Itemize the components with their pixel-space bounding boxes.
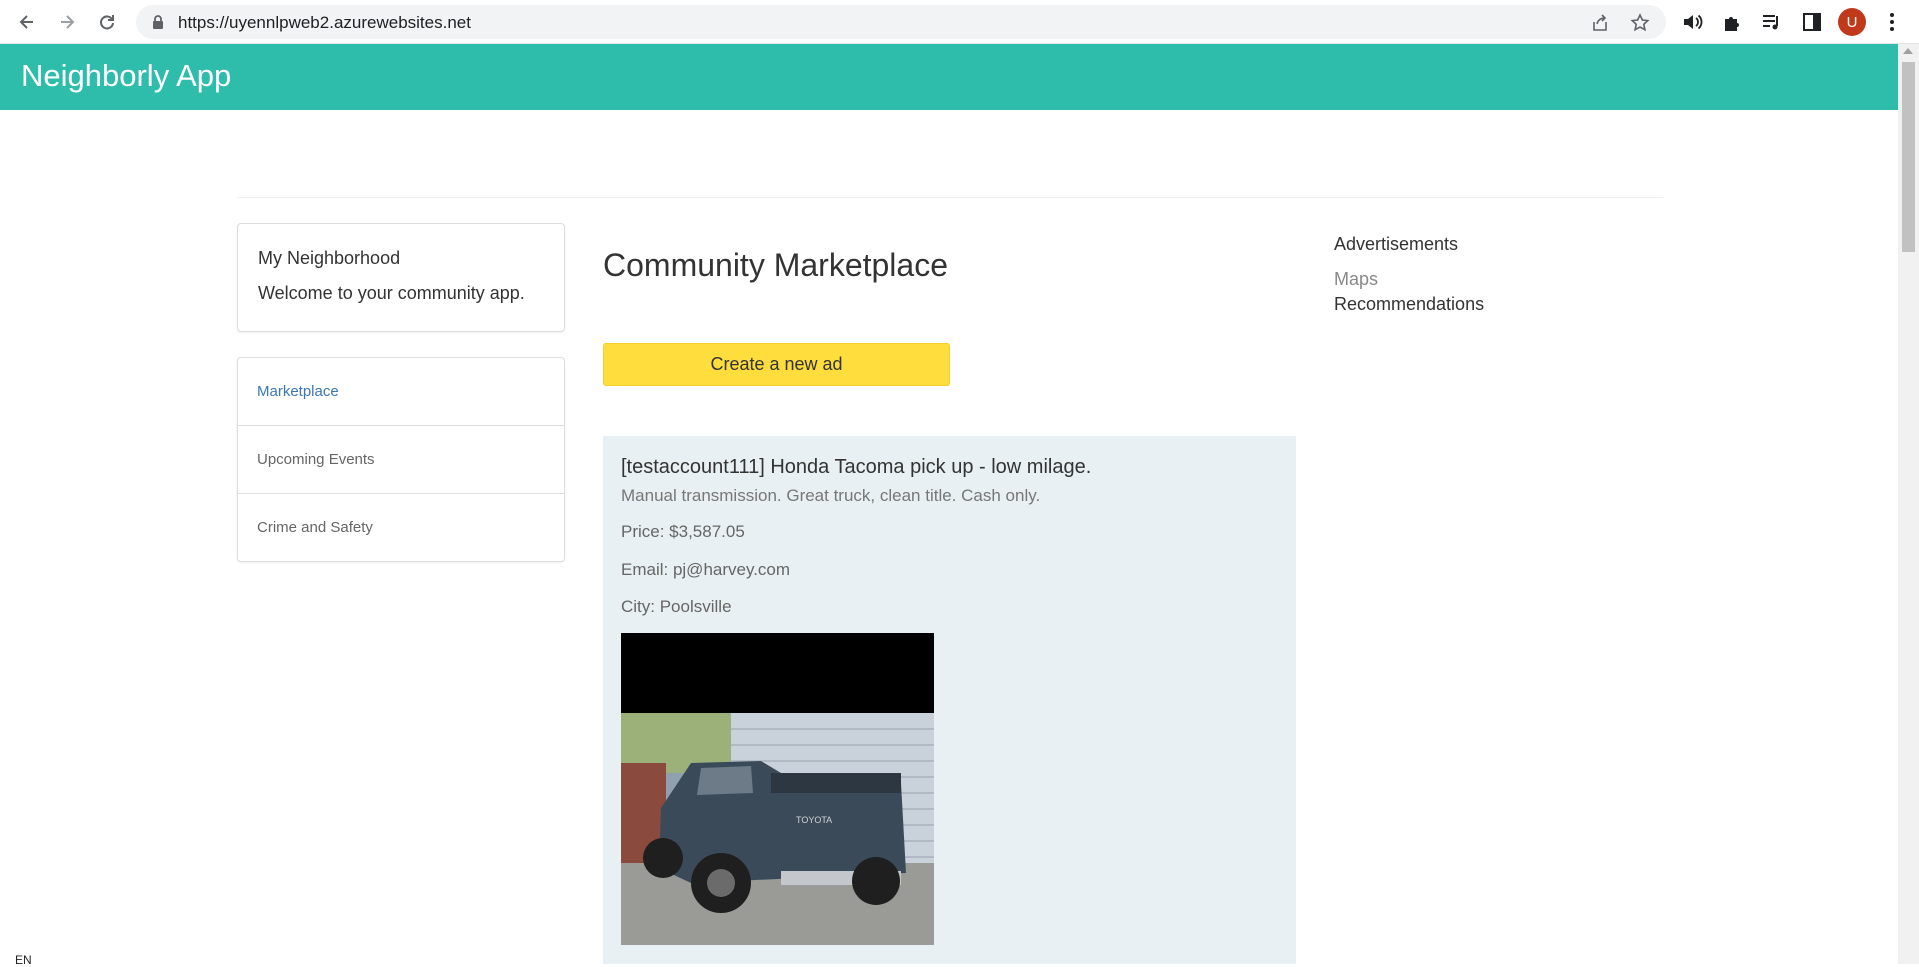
back-icon[interactable] (14, 9, 40, 35)
truck-photo: TOYOTA (621, 633, 934, 945)
ad-card: [testaccount111] Honda Tacoma pick up - … (603, 436, 1296, 964)
neighborhood-title: My Neighborhood (258, 248, 401, 268)
sidebar-item-marketplace[interactable]: Marketplace (238, 358, 564, 426)
browser-toolbar: https://uyennlpweb2.azurewebsites.net U (0, 0, 1919, 44)
url-text[interactable]: https://uyennlpweb2.azurewebsites.net (178, 13, 471, 33)
scroll-up-arrow-icon[interactable] (1903, 48, 1913, 54)
lock-icon[interactable] (150, 14, 166, 30)
language-indicator[interactable]: EN (15, 953, 32, 967)
reload-icon[interactable] (94, 9, 120, 35)
app-header: Neighborly App (0, 44, 1898, 110)
sidebar-item-label[interactable]: Marketplace (257, 383, 339, 400)
page-title: Community Marketplace (603, 247, 948, 283)
recommendations-link[interactable]: Recommendations (1334, 294, 1484, 315)
extensions-icon[interactable] (1721, 11, 1743, 33)
sidepanel-icon[interactable] (1801, 11, 1823, 33)
ad-city: City: Poolsville (621, 597, 732, 616)
profile-avatar[interactable]: U (1838, 8, 1866, 36)
sidebar-item-crime-and-safety[interactable]: Crime and Safety (238, 494, 564, 562)
volume-icon[interactable] (1681, 11, 1703, 33)
menu-icon[interactable] (1881, 11, 1903, 33)
maps-link[interactable]: Maps (1334, 269, 1378, 290)
sidebar-item-upcoming-events[interactable]: Upcoming Events (238, 426, 564, 494)
ad-description: Manual transmission. Great truck, clean … (621, 486, 1041, 505)
neighborhood-welcome: Welcome to your community app. (258, 283, 525, 303)
ad-email: Email: pj@harvey.com (621, 560, 791, 579)
content-divider (237, 197, 1663, 198)
sidebar-item-label[interactable]: Crime and Safety (257, 519, 373, 536)
media-icon[interactable] (1761, 11, 1783, 33)
neighborhood-panel: My Neighborhood Welcome to your communit… (237, 223, 565, 332)
ad-title: [testaccount111] Honda Tacoma pick up - … (621, 456, 1092, 478)
svg-text:TOYOTA: TOYOTA (796, 815, 832, 825)
sidebar-menu: Marketplace Upcoming Events Crime and Sa… (237, 357, 565, 562)
ad-photo: TOYOTA (621, 633, 934, 945)
create-ad-button[interactable]: Create a new ad (603, 343, 950, 386)
sidebar-item-label[interactable]: Upcoming Events (257, 451, 375, 468)
share-icon[interactable] (1590, 13, 1610, 33)
address-bar[interactable]: https://uyennlpweb2.azurewebsites.net (136, 5, 1666, 39)
forward-icon[interactable] (54, 9, 80, 35)
advertisements-title: Advertisements (1334, 234, 1459, 254)
brand-title[interactable]: Neighborly App (21, 58, 231, 94)
ad-price: Price: $3,587.05 (621, 522, 745, 541)
star-icon[interactable] (1630, 13, 1650, 33)
scrollbar-thumb[interactable] (1902, 62, 1915, 252)
